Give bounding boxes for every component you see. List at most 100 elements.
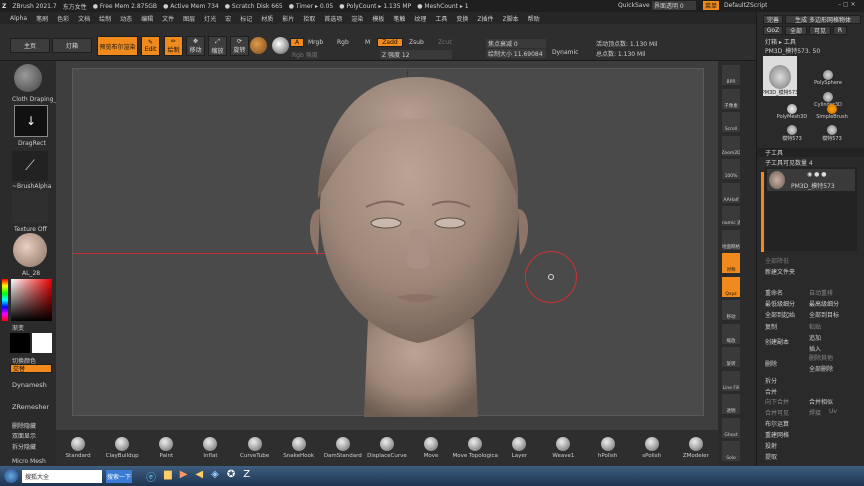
menu-item[interactable]: 拾取 — [303, 14, 315, 23]
brush-item[interactable]: Weave1 — [542, 437, 584, 459]
paste-button[interactable]: 粘贴 — [809, 322, 821, 331]
subtool-item[interactable]: PM3D_模特573 ◉ ● ● — [767, 169, 855, 191]
zcut-toggle[interactable]: Zcut — [438, 39, 452, 46]
zremesher-button[interactable]: ZRemesher — [12, 403, 49, 411]
menu-item[interactable]: Z插件 — [477, 14, 493, 23]
brush-item[interactable]: ZModeler — [675, 437, 717, 459]
menu-toggle-button[interactable]: 菜单 — [703, 1, 719, 10]
menu-item[interactable]: 材质 — [261, 14, 273, 23]
material-sphere-icon[interactable] — [250, 37, 267, 54]
right-toolbar-button[interactable]: 100% — [722, 159, 740, 179]
visible-button[interactable]: 可见 — [809, 26, 831, 35]
uv-button[interactable]: Uv — [829, 408, 837, 415]
zbrush-taskbar-icon[interactable]: Z — [243, 469, 250, 484]
eye-icon[interactable]: ◉ ● ● — [807, 171, 827, 178]
material-preview-icon[interactable] — [14, 64, 42, 92]
all-to-target-button[interactable]: 全部到目标 — [809, 310, 839, 319]
menu-item[interactable]: 工具 — [435, 14, 447, 23]
start-icon[interactable] — [4, 469, 18, 483]
subtool-scroll[interactable] — [761, 172, 764, 252]
head-model[interactable] — [288, 69, 548, 417]
quicksave-button[interactable]: QuickSave — [618, 2, 650, 9]
right-toolbar-button[interactable]: 透明 — [722, 394, 740, 414]
menu-item[interactable]: 文档 — [78, 14, 90, 23]
interface-transparency-slider[interactable]: 界面透明 0 — [652, 1, 696, 10]
tool-thumbnail[interactable]: 模特573 — [803, 122, 861, 142]
menu-item[interactable]: 帮助 — [528, 14, 540, 23]
brush-item[interactable]: ClayBuildup — [101, 437, 143, 459]
merge-similar-button[interactable]: 合并相似 — [809, 397, 833, 406]
alternate-button[interactable]: 交替 — [10, 364, 52, 373]
append-button[interactable]: 追加 — [809, 333, 821, 342]
subtool-list[interactable]: PM3D_模特573 ◉ ● ● — [765, 167, 857, 251]
right-toolbar-button[interactable]: Dynamic 透视 — [722, 206, 740, 226]
ie-icon[interactable]: ⓔ — [146, 469, 156, 484]
new-folder-button[interactable]: 新建文件夹 — [765, 267, 795, 276]
right-toolbar-button[interactable]: Qxyz — [722, 276, 740, 297]
menu-item[interactable]: 首选项 — [324, 14, 342, 23]
micro-mesh-button[interactable]: Micro Mesh — [12, 458, 46, 465]
delete-hidden-button[interactable]: 删除隐藏 — [12, 421, 36, 430]
search-box[interactable]: 搜狐大全 — [22, 469, 102, 483]
right-toolbar-button[interactable]: Scroll — [722, 112, 740, 132]
right-toolbar-button[interactable]: Zoom2D — [722, 135, 740, 156]
gen-polymesh-button[interactable]: 生成 多边形网格物体 — [785, 15, 861, 24]
right-toolbar-button[interactable]: 对称 — [722, 253, 740, 273]
right-toolbar-button[interactable]: Ghost — [722, 417, 740, 438]
project-button[interactable]: 投射 — [765, 441, 777, 450]
r-button[interactable]: R — [833, 26, 847, 35]
search-button[interactable]: 搜索一下 — [106, 469, 132, 483]
menu-item[interactable]: Z脚本 — [503, 14, 519, 23]
all-to-start-button[interactable]: 全部到起始 — [765, 310, 795, 319]
boolean-button[interactable]: 布尔运算 — [765, 419, 789, 428]
lightbox-tool-button[interactable]: 灯箱 ▸ 工具 — [765, 37, 796, 46]
brush-item[interactable]: DisplaceCurve — [366, 437, 408, 459]
right-toolbar-button[interactable]: Line Fill — [722, 370, 740, 391]
all-button[interactable]: 全部 — [785, 26, 807, 35]
zsub-toggle[interactable]: Zsub — [409, 39, 424, 46]
mrgb-toggle[interactable]: Mrgb — [308, 39, 323, 46]
subtool-header[interactable]: 子工具 — [757, 148, 864, 157]
delete-all-button[interactable]: 全部删除 — [809, 364, 833, 373]
merge-button[interactable]: 合并 — [765, 387, 777, 396]
folder-icon[interactable]: ▆ — [164, 469, 172, 484]
rename-button[interactable]: 重命名 — [765, 288, 783, 297]
scale-button[interactable]: ⤢ 缩放 — [208, 36, 227, 56]
menu-item[interactable]: 灯光 — [204, 14, 216, 23]
app2-icon[interactable]: ✪ — [227, 469, 235, 484]
right-toolbar-button[interactable]: Solo — [722, 441, 740, 461]
dynamesh-button[interactable]: Dynamesh — [12, 381, 47, 389]
material2-preview-icon[interactable] — [13, 233, 47, 267]
copy-button[interactable]: 复制 — [765, 322, 777, 331]
color-picker[interactable] — [11, 279, 52, 321]
delete-other-button[interactable]: 删除其他 — [809, 353, 833, 362]
dynamic-toggle[interactable]: Dynamic — [552, 49, 578, 56]
home-button[interactable]: 主页 — [10, 38, 50, 53]
menu-item[interactable]: 文件 — [162, 14, 174, 23]
brush-item[interactable]: CurveTube — [234, 437, 276, 459]
media-icon[interactable]: ▶ — [180, 469, 188, 484]
brush-item[interactable]: sPolish — [631, 437, 673, 459]
menu-item[interactable]: 色彩 — [57, 14, 69, 23]
draw-button[interactable]: ✏ 绘制 — [164, 36, 183, 56]
rgb-intensity-slider[interactable]: Rgb 强度 — [292, 50, 318, 59]
preview-boolean-button[interactable]: 预览布尔渲染 — [97, 36, 138, 56]
merge-down-button[interactable]: 向下合并 — [765, 397, 789, 406]
hue-strip[interactable] — [2, 279, 8, 321]
remesh-button[interactable]: 重建网格 — [765, 430, 789, 439]
right-toolbar-button[interactable]: BPR — [722, 65, 740, 85]
zadd-toggle[interactable]: Zadd — [377, 38, 403, 47]
goz-button[interactable]: GoZ — [763, 26, 783, 35]
brush-item[interactable]: Paint — [145, 437, 187, 459]
lowest-sub-button[interactable]: 最低级细分 — [765, 299, 795, 308]
menu-item[interactable]: 标记 — [240, 14, 252, 23]
m-toggle[interactable]: M — [365, 39, 370, 46]
focal-shift-slider[interactable]: 焦点衰减 0 — [486, 39, 546, 48]
menu-item[interactable]: 模板 — [372, 14, 384, 23]
extract-button[interactable]: 提取 — [765, 452, 777, 461]
rotate-button[interactable]: ⟳ 旋转 — [230, 36, 249, 56]
brush-item[interactable]: Move Topologica — [452, 437, 498, 459]
volume-icon[interactable]: ◀ — [195, 469, 203, 484]
all-low-button[interactable]: 全部降低 — [765, 256, 789, 265]
tool-thumbnail[interactable]: SimpleBrush — [803, 100, 861, 120]
